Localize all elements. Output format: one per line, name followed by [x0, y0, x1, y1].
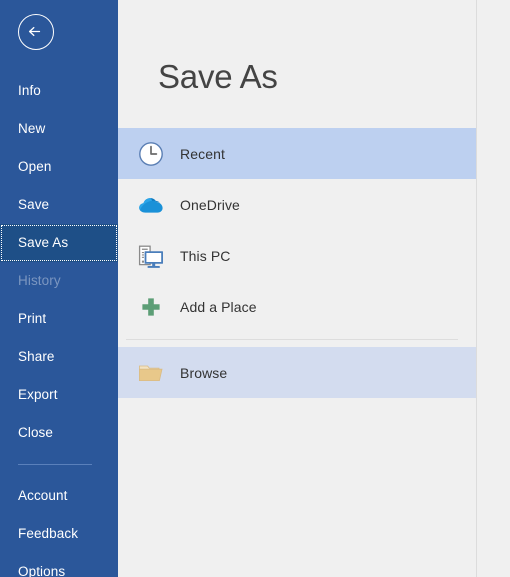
save-as-content-pane: Save As Recent OneDrive This PC Add a Pl… — [118, 0, 510, 577]
content-vertical-separator — [476, 0, 477, 577]
sidebar-item-label: New — [18, 121, 46, 136]
sidebar-item-label: Share — [18, 349, 55, 364]
sidebar-item-label: Save — [18, 197, 50, 212]
place-item-label: OneDrive — [180, 196, 240, 213]
sidebar-item-label: Save As — [18, 235, 69, 250]
sidebar-item-label: Feedback — [18, 526, 79, 541]
place-item-label: Add a Place — [180, 298, 257, 315]
sidebar-item-label: Close — [18, 425, 54, 440]
sidebar-item-label: History — [18, 273, 61, 288]
sidebar-item-open[interactable]: Open — [0, 148, 118, 186]
sidebar-item-label: Open — [18, 159, 52, 174]
place-item-onedrive[interactable]: OneDrive — [118, 179, 476, 230]
backstage-nav-list: Info New Open Save Save As History Print… — [0, 72, 118, 577]
sidebar-item-save-as[interactable]: Save As — [0, 224, 118, 262]
sidebar-item-history: History — [0, 262, 118, 300]
sidebar-item-account[interactable]: Account — [0, 477, 118, 515]
sidebar-item-label: Account — [18, 488, 68, 503]
page-title: Save As — [158, 58, 278, 95]
place-item-label: Recent — [180, 145, 225, 162]
place-item-recent[interactable]: Recent — [118, 128, 476, 179]
place-item-this-pc[interactable]: This PC — [118, 230, 476, 281]
sidebar-item-close[interactable]: Close — [0, 414, 118, 452]
backstage-sidebar: Info New Open Save Save As History Print… — [0, 0, 118, 577]
folder-icon — [136, 358, 166, 388]
place-item-label: Browse — [180, 364, 228, 381]
sidebar-item-new[interactable]: New — [0, 110, 118, 148]
clock-icon — [136, 139, 166, 169]
sidebar-item-label: Print — [18, 311, 47, 326]
cloud-icon — [136, 190, 166, 220]
sidebar-divider — [18, 464, 92, 465]
plus-icon — [136, 292, 166, 322]
sidebar-item-label: Options — [18, 564, 66, 577]
sidebar-item-feedback[interactable]: Feedback — [0, 515, 118, 553]
place-item-label: This PC — [180, 247, 231, 264]
sidebar-item-label: Info — [18, 83, 41, 98]
place-item-add-a-place[interactable]: Add a Place — [118, 281, 476, 332]
save-as-backstage-screen: Info New Open Save Save As History Print… — [0, 0, 510, 577]
save-location-list: Recent OneDrive This PC Add a Place Brow… — [118, 128, 476, 398]
sidebar-item-save[interactable]: Save — [0, 186, 118, 224]
sidebar-item-share[interactable]: Share — [0, 338, 118, 376]
sidebar-item-label: Export — [18, 387, 58, 402]
back-button[interactable] — [18, 14, 54, 50]
sidebar-item-print[interactable]: Print — [0, 300, 118, 338]
place-list-divider — [126, 339, 458, 340]
sidebar-item-info[interactable]: Info — [0, 72, 118, 110]
sidebar-item-options[interactable]: Options — [0, 553, 118, 577]
place-item-browse[interactable]: Browse — [118, 347, 476, 398]
sidebar-item-export[interactable]: Export — [0, 376, 118, 414]
computer-icon — [136, 241, 166, 271]
